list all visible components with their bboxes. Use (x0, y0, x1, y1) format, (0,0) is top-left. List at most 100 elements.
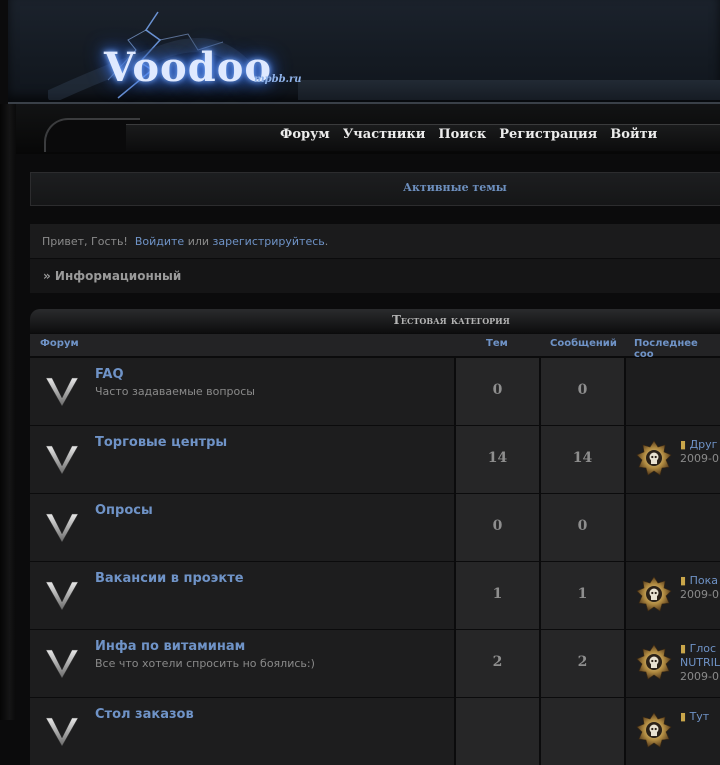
greeting-end: . (324, 235, 329, 248)
last-post-info: ▮ Пока 2009-0 (680, 574, 719, 602)
last-post-cell: ▮ Глос NUTRIL 2009-0 (626, 630, 720, 697)
forum-row: Торговые центры 14 14 ▮ Друг 2009-0 (30, 426, 720, 493)
active-topics-box: Активные темы (30, 172, 720, 206)
user-avatar-medal-icon[interactable] (636, 576, 672, 612)
forum-icon-cell (30, 698, 93, 765)
topics-count-cell: 1 (456, 562, 539, 629)
posts-count-cell: 14 (541, 426, 624, 493)
forum-row: Опросы 0 0 (30, 494, 720, 561)
topics-count: 0 (492, 518, 503, 534)
col-posts: Сообщений (550, 338, 617, 349)
forum-icon-cell (30, 358, 93, 425)
topic-pin-icon: ▮ (680, 574, 687, 587)
user-avatar-medal-icon[interactable] (636, 644, 672, 680)
column-header: Форум Тем Сообщений Последнее соо (30, 334, 720, 360)
last-post-topic-link[interactable]: Глос (690, 642, 717, 655)
user-avatar-medal-icon[interactable] (636, 440, 672, 476)
col-last-post: Последнее соо (634, 338, 698, 360)
forum-v-icon (45, 649, 79, 679)
posts-count-cell: 0 (541, 494, 624, 561)
last-post-cell (626, 494, 720, 561)
forum-v-icon (45, 717, 79, 747)
posts-count-cell: 0 (541, 358, 624, 425)
login-link[interactable]: Войдите (135, 235, 184, 248)
posts-count: 1 (577, 586, 588, 602)
last-post-cell: ▮ Друг 2009-0 (626, 426, 720, 493)
forum-v-icon (45, 445, 79, 475)
topics-count: 1 (492, 586, 503, 602)
topics-count: 2 (492, 654, 503, 670)
topic-pin-icon: ▮ (680, 438, 687, 451)
topics-count-cell: 14 (456, 426, 539, 493)
forum-main-cell: Инфа по витаминам Все что хотели спросить… (93, 630, 454, 697)
posts-count: 14 (572, 450, 593, 466)
forum-title-link[interactable]: Торговые центры (95, 435, 227, 450)
forum-main-cell: Вакансии в проэкте (93, 562, 454, 629)
forum-title-link[interactable]: FAQ (95, 367, 124, 382)
user-avatar-medal-icon[interactable] (636, 712, 672, 748)
active-topics-link[interactable]: Активные темы (403, 181, 507, 194)
logo-subtitle: mpbb.ru (254, 74, 302, 85)
forum-description: Часто задаваемые вопросы (95, 385, 255, 398)
header-band (298, 80, 720, 100)
forum-main-cell: Стол заказов (93, 698, 454, 765)
topics-count-cell: 2 (456, 630, 539, 697)
forum-icon-cell (30, 630, 93, 697)
left-rail (0, 104, 16, 720)
posts-count: 2 (577, 654, 588, 670)
last-post-line2: 2009-0 (680, 452, 719, 465)
nav-forum[interactable]: Форум (280, 127, 330, 142)
forum-main-cell: FAQ Часто задаваемые вопросы (93, 358, 454, 425)
col-topics: Тем (486, 338, 508, 349)
last-post-info: ▮ Тут (680, 710, 709, 738)
topic-pin-icon: ▮ (680, 642, 687, 655)
nav-links: Форум Участники Поиск Регистрация Войти (280, 127, 657, 142)
forum-row: Стол заказов ▮ Тут (30, 698, 720, 765)
posts-count-cell (541, 698, 624, 765)
category-title[interactable]: Тестовая категория (392, 313, 510, 327)
last-post-cell: ▮ Тут (626, 698, 720, 765)
greeting-box: Привет, Гость! Войдите или зарегистрируй… (30, 224, 720, 258)
last-post-topic-link[interactable]: Тут (690, 710, 710, 723)
last-post-topic-link[interactable]: Пока (690, 574, 718, 587)
last-post-line2: 2009-0 (680, 588, 719, 601)
forum-main-cell: Торговые центры (93, 426, 454, 493)
breadcrumb-box: » Информационный (30, 259, 720, 293)
last-post-line3: 2009-0 (680, 670, 719, 683)
forum-v-icon (45, 581, 79, 611)
site-logo[interactable]: Voodoo (104, 44, 272, 91)
forum-v-icon (45, 377, 79, 407)
last-post-cell (626, 358, 720, 425)
last-post-topic-link[interactable]: Друг (690, 438, 718, 451)
forum-icon-cell (30, 494, 93, 561)
topics-count: 14 (487, 450, 508, 466)
last-post-line2: NUTRIL (680, 656, 720, 669)
posts-count: 0 (577, 518, 588, 534)
register-link[interactable]: зарегистрируйтесь (213, 235, 325, 248)
nav-members[interactable]: Участники (343, 127, 426, 142)
forum-title-link[interactable]: Опросы (95, 503, 153, 518)
forum-v-icon (45, 513, 79, 543)
category-header: Тестовая категория (30, 309, 720, 333)
posts-count: 0 (577, 382, 588, 398)
greeting-or: или (187, 235, 210, 248)
topic-pin-icon: ▮ (680, 710, 687, 723)
nav-search[interactable]: Поиск (438, 127, 486, 142)
topics-count: 0 (492, 382, 503, 398)
topics-count-cell: 0 (456, 358, 539, 425)
site-header: Voodoo mpbb.ru (8, 0, 720, 104)
last-post-info: ▮ Глос NUTRIL 2009-0 (680, 642, 720, 684)
greeting-hello: Привет, Гость! (42, 235, 128, 248)
forum-row: Инфа по витаминам Все что хотели спросить… (30, 630, 720, 697)
forum-icon-cell (30, 562, 93, 629)
breadcrumb[interactable]: » Информационный (43, 269, 181, 283)
forum-title-link[interactable]: Вакансии в проэкте (95, 571, 244, 586)
forum-icon-cell (30, 426, 93, 493)
nav-login[interactable]: Войти (610, 127, 657, 142)
col-forum: Форум (40, 338, 79, 349)
nav-register[interactable]: Регистрация (499, 127, 597, 142)
forum-title-link[interactable]: Инфа по витаминам (95, 639, 245, 654)
posts-count-cell: 2 (541, 630, 624, 697)
last-post-info: ▮ Друг 2009-0 (680, 438, 719, 466)
posts-count-cell: 1 (541, 562, 624, 629)
